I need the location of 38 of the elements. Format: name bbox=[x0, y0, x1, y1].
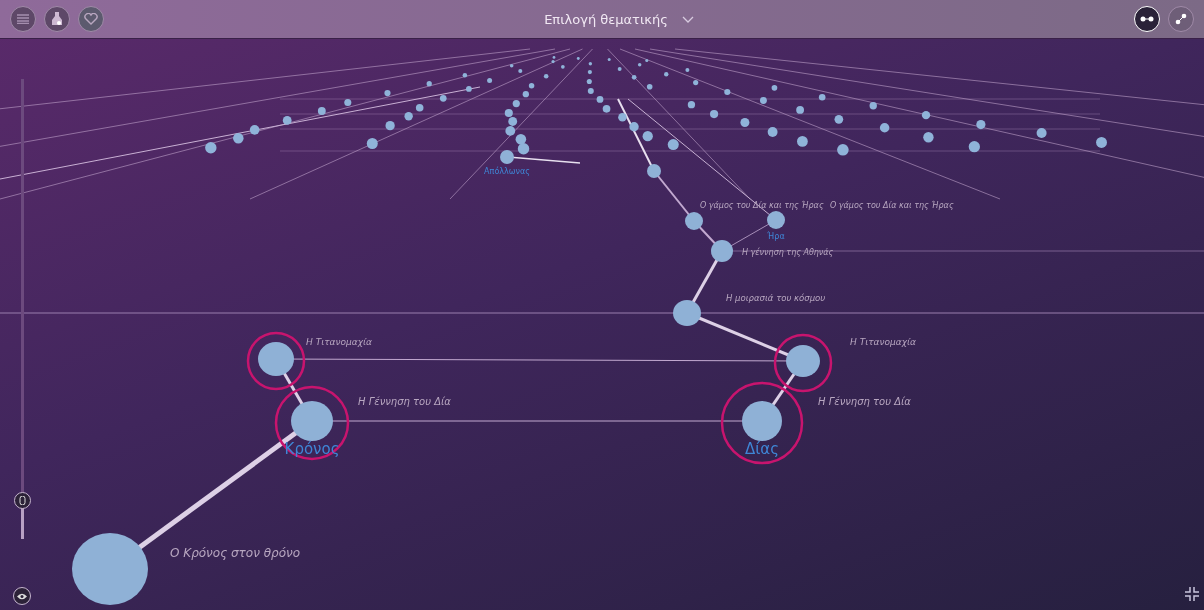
graph-node[interactable] bbox=[673, 300, 701, 326]
event-label: Η Γέννηση του Δία bbox=[818, 396, 911, 407]
graph-node[interactable] bbox=[291, 401, 333, 441]
event-label: Η Τιτανομαχία bbox=[306, 337, 373, 347]
graph-node[interactable] bbox=[72, 533, 148, 605]
connected-dots-icon bbox=[1140, 16, 1154, 22]
event-label: Η Γέννηση του Δία bbox=[358, 396, 451, 407]
favorites-button[interactable] bbox=[78, 6, 104, 32]
graph-node[interactable] bbox=[786, 345, 820, 377]
menu-icon bbox=[17, 14, 29, 24]
collapse-icon[interactable] bbox=[1185, 587, 1199, 601]
graph-node[interactable] bbox=[647, 164, 661, 178]
character-name: Απόλλωνας bbox=[484, 167, 530, 176]
event-label: Η γέννηση της Αθηνάς bbox=[742, 248, 834, 257]
network-view-button[interactable] bbox=[1168, 6, 1194, 32]
graph-node[interactable] bbox=[742, 401, 782, 441]
diagonal-dots-icon bbox=[1175, 13, 1187, 25]
graph-node[interactable] bbox=[500, 150, 514, 164]
graph-node[interactable] bbox=[685, 212, 703, 230]
graph-node[interactable] bbox=[258, 342, 294, 376]
linear-view-button[interactable] bbox=[1134, 6, 1160, 32]
menu-button[interactable] bbox=[10, 6, 36, 32]
visibility-button[interactable] bbox=[13, 587, 31, 605]
theme-dropdown[interactable]: Επιλογή θεματικής bbox=[538, 10, 700, 28]
graph-node[interactable] bbox=[711, 240, 733, 262]
heart-icon bbox=[84, 13, 98, 25]
flask-icon bbox=[52, 12, 62, 26]
slider-handle[interactable] bbox=[14, 492, 31, 510]
eye-icon bbox=[17, 592, 27, 600]
event-label: Ο γάμος του Δία και της Ήρας bbox=[830, 201, 954, 210]
character-name: Ήρα bbox=[767, 232, 785, 241]
character-name: Δίας bbox=[745, 440, 779, 458]
event-label: Η μοιρασιά του κόσμου bbox=[726, 293, 826, 303]
flask-button[interactable] bbox=[44, 6, 70, 32]
event-label: Η Τιτανομαχία bbox=[850, 337, 917, 347]
graph-node[interactable] bbox=[767, 211, 785, 229]
event-label: Ο Κρόνος στον θρόνο bbox=[170, 546, 301, 560]
chevron-down-icon bbox=[681, 15, 694, 23]
